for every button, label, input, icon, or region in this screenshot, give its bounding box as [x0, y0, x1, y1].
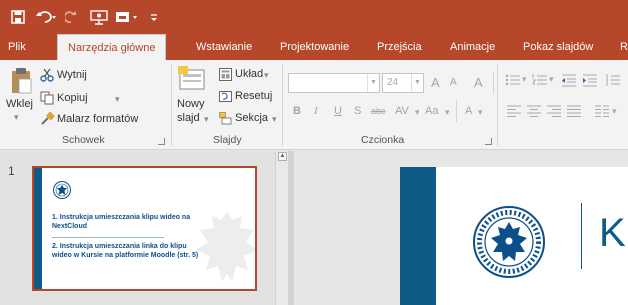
section-icon[interactable] — [219, 112, 232, 125]
new-slide-icon[interactable] — [178, 66, 206, 92]
section-dropdown-icon[interactable]: ▾ — [272, 114, 277, 125]
thumbnail-side-strip — [34, 168, 42, 289]
bold-button[interactable]: B — [293, 105, 301, 117]
clipboard-dialog-launcher-icon[interactable] — [158, 138, 165, 145]
eagle-watermark-icon — [192, 206, 255, 286]
redo-icon[interactable] — [63, 6, 79, 28]
reset-button[interactable]: Resetuj — [235, 90, 272, 102]
save-icon[interactable] — [8, 6, 28, 28]
section-button[interactable]: Sekcja — [235, 112, 268, 124]
present-from-start-icon[interactable] — [88, 6, 110, 28]
justify-icon[interactable] — [567, 105, 581, 117]
increase-indent-icon[interactable] — [582, 73, 598, 87]
tab-file[interactable]: Plik — [8, 34, 26, 60]
strikethrough-button[interactable]: abc — [371, 106, 386, 116]
italic-button[interactable]: I — [314, 105, 318, 117]
ribbon-separator — [456, 100, 457, 122]
font-size-dropdown-icon[interactable]: ▼ — [411, 74, 423, 92]
new-slide-dropdown-icon[interactable]: ▾ — [204, 114, 209, 125]
font-dialog-launcher-icon[interactable] — [485, 138, 492, 145]
reset-icon[interactable] — [219, 90, 232, 103]
ribbon-tabs: Plik Narzędzia główne Wstawianie Projekt… — [0, 34, 628, 60]
character-spacing-button[interactable]: AV — [395, 105, 409, 117]
ribbon-separator — [493, 72, 494, 94]
ribbon-separator — [497, 64, 498, 146]
font-name-dropdown-icon[interactable]: ▼ — [367, 74, 379, 92]
slide-number: 1 — [8, 164, 15, 178]
font-name-combobox[interactable]: ▼ — [288, 73, 380, 93]
copy-button[interactable]: Kopiuj — [57, 92, 88, 104]
thumbnail-item-2: 2. Instrukcja umieszczania linka do klip… — [52, 243, 199, 259]
columns-dropdown-icon[interactable]: ▾ — [612, 106, 617, 117]
title-bar — [0, 0, 628, 34]
align-center-icon[interactable] — [527, 105, 541, 117]
numbering-dropdown-icon[interactable]: ▾ — [549, 74, 554, 85]
clear-formatting-button[interactable]: A — [474, 75, 483, 90]
layout-icon[interactable] — [219, 68, 232, 81]
slide-vertical-divider — [581, 203, 582, 269]
character-spacing-dropdown-icon[interactable]: ▾ — [415, 107, 420, 118]
paste-options-chevron-icon[interactable]: ▾ — [14, 112, 19, 123]
university-emblem-icon — [53, 181, 71, 199]
undo-icon[interactable] — [34, 6, 60, 28]
scroll-up-arrow-icon[interactable]: ▲ — [278, 152, 287, 161]
change-case-button[interactable]: Aa — [425, 105, 438, 117]
change-case-dropdown-icon[interactable]: ▾ — [445, 107, 450, 118]
slides-group-label: Slajdy — [213, 134, 242, 146]
ribbon: Wklej ▾ Wytnij Kopiuj ▾ Malarz formatów … — [0, 60, 628, 150]
columns-icon[interactable] — [595, 105, 609, 117]
bullets-icon[interactable] — [505, 73, 521, 87]
cut-icon[interactable] — [40, 68, 54, 82]
format-painter-icon[interactable] — [41, 111, 55, 126]
thumbnail-item-1: 1. Instrukcja umieszczania klipu wideo n… — [52, 214, 191, 230]
shadow-button[interactable]: S — [354, 105, 361, 117]
align-left-icon[interactable] — [507, 105, 521, 117]
layout-dropdown-icon[interactable]: ▾ — [264, 70, 269, 81]
font-color-dropdown-icon[interactable]: ▾ — [478, 107, 483, 118]
tab-slideshow[interactable]: Pokaz slajdów — [523, 34, 593, 60]
new-slide-qat-icon[interactable] — [114, 6, 140, 28]
slide-thumbnail[interactable]: 1. Instrukcja umieszczania klipu wideo n… — [32, 166, 257, 291]
bullets-dropdown-icon[interactable]: ▾ — [522, 74, 527, 85]
font-color-button[interactable]: A — [465, 105, 472, 117]
tab-transitions[interactable]: Przejścia — [377, 34, 422, 60]
copy-dropdown-icon[interactable]: ▾ — [115, 94, 120, 105]
shrink-font-button[interactable]: A — [450, 77, 457, 88]
line-spacing-icon[interactable] — [605, 73, 621, 87]
font-group-label: Czcionka — [361, 134, 405, 146]
tab-review[interactable]: R — [620, 34, 628, 60]
slide-side-strip — [400, 167, 436, 305]
tab-design[interactable]: Projektowanie — [280, 34, 349, 60]
cut-button[interactable]: Wytnij — [57, 69, 87, 81]
format-painter-button[interactable]: Malarz formatów — [57, 113, 138, 125]
clipboard-group-label: Schowek — [62, 134, 105, 146]
numbering-icon[interactable] — [532, 73, 548, 87]
ribbon-separator — [171, 64, 172, 146]
university-seal-icon — [472, 205, 546, 279]
customize-qat-icon[interactable] — [146, 6, 162, 28]
paste-button[interactable]: Wklej — [6, 98, 33, 110]
decrease-indent-icon[interactable] — [561, 73, 577, 87]
slide-title-fragment: K — [599, 211, 626, 255]
align-right-icon[interactable] — [547, 105, 561, 117]
underline-button[interactable]: U — [334, 105, 342, 117]
paste-icon[interactable] — [8, 66, 34, 96]
grow-font-button[interactable]: A — [431, 75, 440, 90]
thumbnail-scrollbar[interactable]: ▲ — [275, 151, 288, 305]
layout-button[interactable]: Układ — [235, 68, 263, 80]
current-slide[interactable]: K — [400, 167, 628, 305]
font-size-combobox[interactable]: 24 ▼ — [382, 73, 424, 93]
new-slide-label[interactable]: Nowy — [177, 98, 205, 110]
ribbon-separator — [282, 64, 283, 146]
tab-animations[interactable]: Animacje — [450, 34, 495, 60]
copy-icon[interactable] — [40, 91, 54, 105]
font-size-value: 24 — [387, 77, 399, 88]
new-slide-button[interactable]: slajd — [177, 112, 200, 124]
tab-home[interactable]: Narzędzia główne — [57, 34, 167, 60]
tab-insert[interactable]: Wstawianie — [196, 34, 252, 60]
thumbnail-separator — [52, 237, 164, 238]
